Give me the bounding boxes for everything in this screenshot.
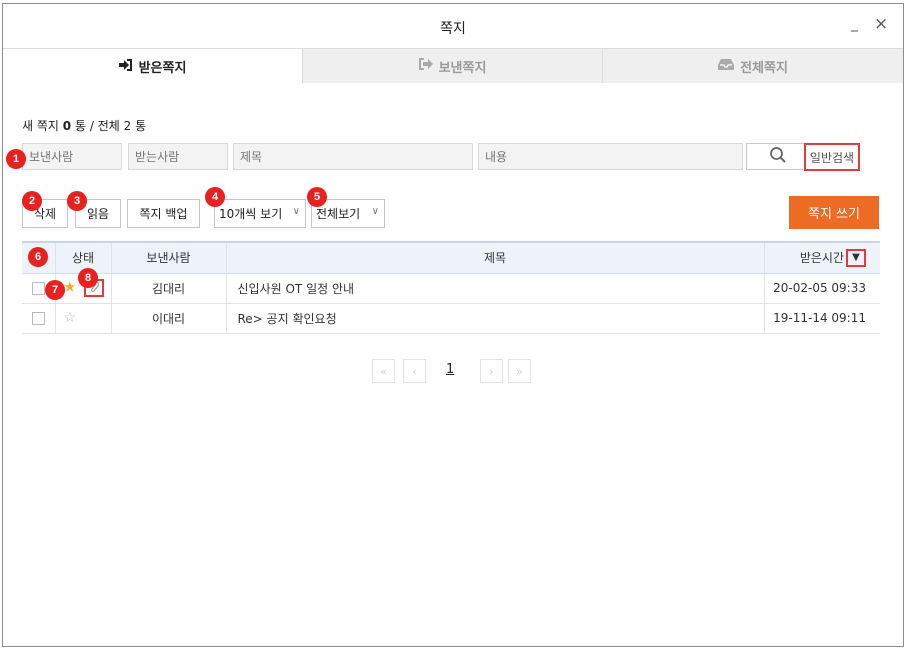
- close-button[interactable]: ×: [874, 14, 888, 34]
- filter-value: 전체보기: [316, 207, 361, 221]
- prev-page-button[interactable]: ‹: [403, 359, 426, 383]
- search-icon: [769, 146, 787, 167]
- subject-cell[interactable]: Re> 공지 확인요청: [225, 303, 764, 334]
- first-page-button[interactable]: «: [372, 359, 395, 383]
- page-size-value: 10개씩 보기: [219, 207, 283, 221]
- callout-badge: 4: [205, 187, 225, 207]
- callout-badge: 2: [22, 191, 42, 211]
- sign-out-icon: [418, 58, 433, 74]
- callout-badge: 1: [6, 149, 26, 169]
- tab-received-label: 받은쪽지: [138, 61, 187, 76]
- backup-button[interactable]: 쪽지 백업: [127, 199, 200, 228]
- sign-in-icon: [118, 58, 133, 75]
- message-table: 상태 보낸사람 제목 받은시간 ▼ ★ 김대리 신입사원 OT 일정 안내 20-…: [22, 241, 880, 334]
- tab-sent-label: 보낸쪽지: [438, 60, 487, 76]
- tab-received[interactable]: 받은쪽지: [3, 49, 302, 84]
- sender-cell: 이대리: [110, 303, 226, 334]
- subject-header: 제목: [225, 241, 764, 274]
- new-count: 0: [62, 119, 72, 133]
- new-count-unit: 통: [74, 119, 86, 133]
- table-header-row: 상태 보낸사람 제목 받은시간 ▼: [22, 241, 880, 274]
- tab-all-label: 전체쪽지: [740, 60, 788, 76]
- subject-search-input[interactable]: [233, 143, 473, 170]
- next-page-button[interactable]: ›: [480, 359, 503, 383]
- title-bar: 쪽지 _ ×: [3, 4, 903, 49]
- total-count-label: 전체: [97, 119, 120, 133]
- page-size-select[interactable]: 10개씩 보기 ∨: [214, 199, 306, 228]
- received-header-label: 받은시간: [799, 250, 844, 265]
- row-checkbox-cell: [22, 303, 55, 334]
- received-header: 받은시간 ▼: [763, 241, 880, 274]
- content-search-input[interactable]: [478, 143, 743, 170]
- row-checkbox[interactable]: [31, 282, 45, 295]
- tab-bar: 받은쪽지 보낸쪽지 전체쪽지: [3, 49, 903, 84]
- count-separator: /: [89, 119, 94, 133]
- sender-header: 보낸사람: [110, 241, 226, 274]
- star-icon[interactable]: ★: [64, 280, 77, 296]
- tab-all[interactable]: 전체쪽지: [602, 49, 903, 83]
- inbox-icon: [718, 58, 735, 74]
- search-mode-button[interactable]: 일반검색: [804, 143, 860, 171]
- sender-cell: 김대리: [110, 273, 226, 304]
- sort-dropdown-button[interactable]: ▼: [846, 249, 866, 267]
- star-outline-icon[interactable]: ☆: [64, 310, 77, 326]
- subject-cell[interactable]: 신입사원 OT 일정 안내: [225, 273, 764, 304]
- write-message-button[interactable]: 쪽지 쓰기: [789, 196, 879, 229]
- page-number[interactable]: 1: [446, 362, 454, 377]
- window-title: 쪽지: [440, 21, 466, 37]
- table-row[interactable]: ★ 김대리 신입사원 OT 일정 안내 20-02-05 09:33: [22, 273, 880, 304]
- callout-badge: 3: [67, 191, 87, 211]
- search-button[interactable]: [746, 143, 810, 170]
- last-page-button[interactable]: »: [508, 359, 531, 383]
- received-cell: 20-02-05 09:33: [763, 273, 880, 304]
- receiver-search-input[interactable]: [128, 143, 228, 170]
- callout-badge: 5: [307, 187, 327, 207]
- tab-sent[interactable]: 보낸쪽지: [302, 49, 602, 83]
- chevron-down-icon: ∨: [371, 206, 379, 217]
- status-cell: ☆: [54, 303, 111, 334]
- sender-search-input[interactable]: [22, 143, 122, 170]
- table-row[interactable]: ☆ 이대리 Re> 공지 확인요청 19-11-14 09:11: [22, 303, 880, 334]
- received-cell: 19-11-14 09:11: [763, 303, 880, 334]
- chevron-down-icon: ∨: [292, 206, 300, 217]
- row-checkbox[interactable]: [31, 312, 45, 325]
- callout-badge: 8: [78, 268, 98, 288]
- callout-badge: 7: [45, 280, 65, 300]
- total-count-unit: 통: [135, 119, 147, 133]
- minimize-button[interactable]: _: [851, 16, 858, 32]
- new-count-label: 새 쪽지: [22, 119, 59, 133]
- message-counts: 새 쪽지 0 통 / 전체 2 통: [22, 117, 146, 134]
- callout-badge: 6: [28, 247, 48, 267]
- total-count: 2: [123, 119, 132, 133]
